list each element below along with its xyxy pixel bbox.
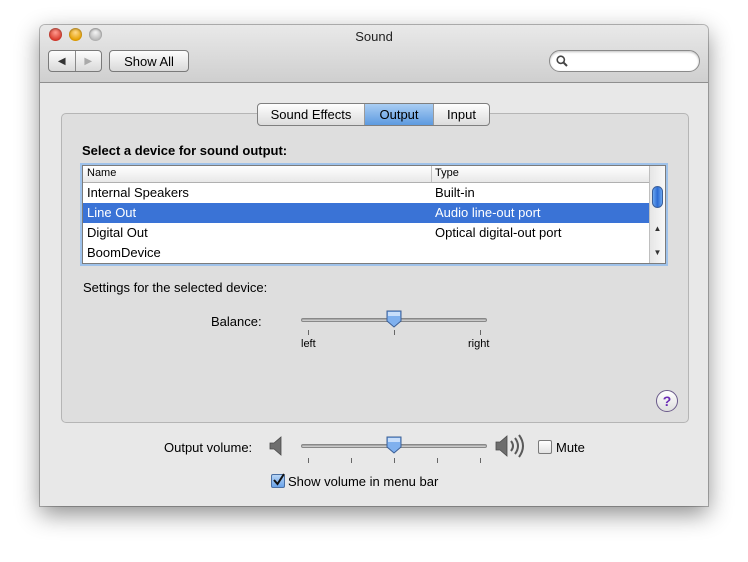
device-select-label: Select a device for sound output: — [82, 143, 288, 158]
window-title: Sound — [355, 29, 393, 44]
table-row[interactable]: BoomDevice — [83, 243, 649, 263]
volume-tick — [480, 458, 481, 463]
back-arrow-icon: ◀ — [57, 55, 66, 67]
search-field[interactable] — [549, 50, 700, 72]
checkmark-icon — [273, 473, 285, 486]
tab-content-panel — [61, 113, 689, 423]
device-type: Built-in — [435, 185, 475, 200]
volume-tick — [351, 458, 352, 463]
volume-tick — [394, 458, 395, 463]
show-volume-in-menu-bar-label[interactable]: Show volume in menu bar — [288, 474, 438, 489]
show-all-button[interactable]: Show All — [109, 50, 189, 72]
mute-checkbox[interactable] — [538, 440, 552, 454]
forward-button[interactable]: ▶ — [76, 51, 102, 71]
balance-slider-knob[interactable] — [386, 310, 402, 328]
balance-label: Balance: — [211, 314, 262, 329]
show-volume-in-menu-bar-checkbox[interactable] — [271, 473, 285, 488]
tab-bar: Sound Effects Output Input — [257, 103, 490, 126]
speaker-low-icon — [269, 436, 282, 456]
output-volume-label: Output volume: — [164, 440, 253, 455]
device-type: Optical digital-out port — [435, 225, 562, 240]
tab-input[interactable]: Input — [434, 104, 489, 125]
back-button[interactable]: ◀ — [49, 51, 76, 71]
forward-arrow-icon: ▶ — [84, 55, 93, 67]
tab-sound-effects[interactable]: Sound Effects — [258, 104, 365, 125]
balance-tick — [480, 330, 481, 335]
scroll-down-arrow-icon[interactable]: ▼ — [650, 248, 665, 257]
output-volume-slider-knob[interactable] — [386, 436, 402, 454]
scrollbar-thumb[interactable] — [652, 186, 663, 208]
device-name: Internal Speakers — [87, 185, 189, 200]
device-name: Digital Out — [87, 225, 148, 240]
column-divider — [431, 166, 432, 182]
magnifier-icon — [556, 55, 568, 67]
title-bar: Sound ◀ ▶ Show All — [40, 25, 708, 83]
sound-preferences-window: Sound ◀ ▶ Show All Sound Effects Output … — [40, 25, 708, 506]
table-row[interactable]: Digital Out Optical digital-out port — [83, 223, 649, 243]
device-type: Audio line-out port — [435, 205, 541, 220]
table-row-selected[interactable]: Line Out Audio line-out port — [83, 203, 649, 223]
output-device-table[interactable]: Name Type Internal Speakers Built-in Lin… — [82, 165, 666, 264]
device-name: Line Out — [87, 205, 137, 220]
navigation-buttons: ◀ ▶ — [48, 50, 102, 72]
table-header: Name Type — [83, 166, 649, 183]
help-button[interactable]: ? — [656, 390, 678, 412]
balance-right-label: right — [468, 338, 490, 350]
device-name: BoomDevice — [87, 245, 161, 260]
volume-tick — [308, 458, 309, 463]
search-input[interactable] — [572, 53, 696, 70]
balance-tick — [394, 330, 395, 335]
volume-tick — [437, 458, 438, 463]
balance-tick — [308, 330, 309, 335]
speaker-high-icon — [495, 434, 524, 458]
balance-left-label: left — [301, 338, 316, 350]
tab-output[interactable]: Output — [365, 104, 434, 125]
device-settings-label: Settings for the selected device: — [83, 280, 268, 295]
column-header-name[interactable]: Name — [87, 167, 116, 179]
scroll-up-arrow-icon[interactable]: ▲ — [650, 224, 665, 233]
table-row[interactable]: Internal Speakers Built-in — [83, 183, 649, 203]
vertical-scrollbar[interactable]: ▲ ▼ — [649, 166, 665, 263]
column-header-type[interactable]: Type — [435, 167, 459, 179]
mute-label[interactable]: Mute — [556, 440, 585, 455]
